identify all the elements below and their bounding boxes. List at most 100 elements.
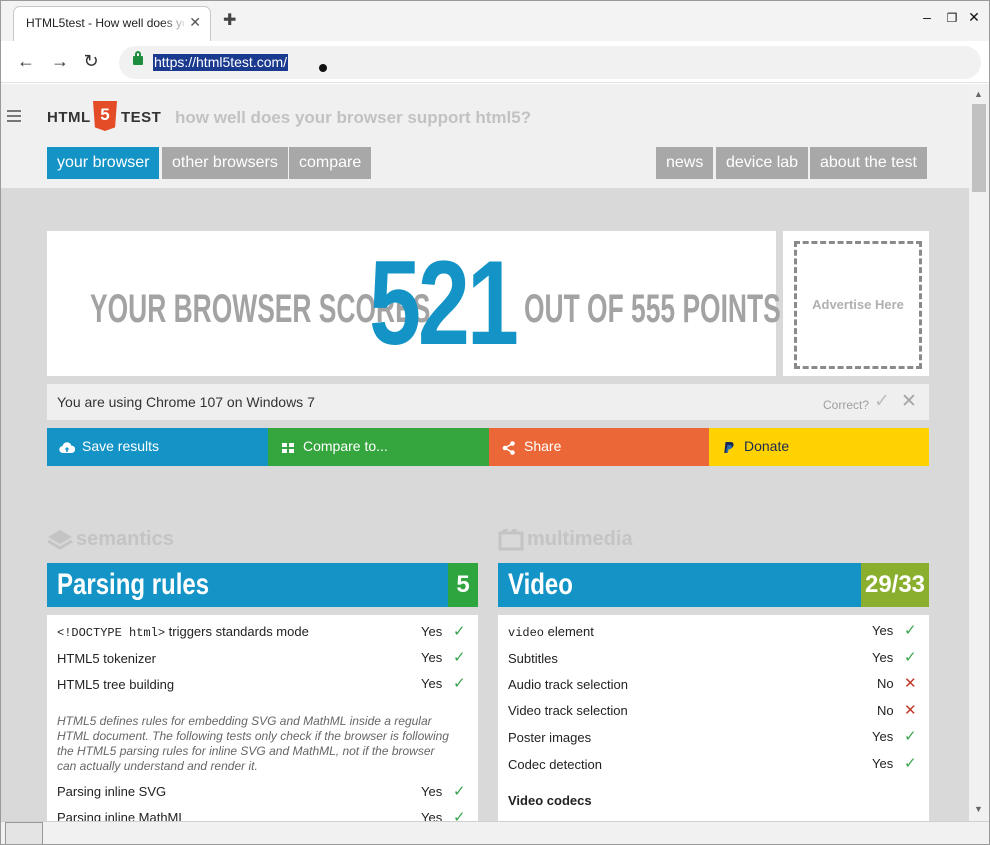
tab-close-icon[interactable]: ✕ (189, 14, 201, 31)
test-label: Subtitles (508, 651, 558, 666)
minimize-icon[interactable]: – (917, 9, 937, 25)
nav-your-browser[interactable]: your browser (47, 147, 160, 179)
correct-question: Correct? (823, 398, 870, 412)
score-panel: YOUR BROWSER SCORES 521 OUT OF 555 POINT… (47, 231, 781, 376)
video-score: 29/33 (861, 563, 929, 607)
test-row: video element (508, 624, 594, 640)
parsing-rules-title: Parsing rules (57, 568, 210, 601)
reject-x-icon[interactable]: ✕ (901, 390, 917, 413)
donate-label: Donate (744, 438, 790, 454)
parsing-note: HTML5 defines rules for embedding SVG an… (57, 714, 449, 773)
ad-slot[interactable]: Advertise Here (783, 231, 929, 376)
check-icon: ✓ (453, 623, 466, 640)
test-result: Yes (872, 650, 894, 665)
compare-to-label: Compare to... (303, 438, 388, 454)
logo-test: TEST (121, 109, 162, 126)
test-label: Video track selection (508, 703, 628, 718)
video-card: video element Yes ✓ Subtitles Yes ✓ Audi… (498, 615, 929, 821)
check-icon: ✓ (904, 728, 917, 745)
restore-icon[interactable]: ❐ (942, 11, 962, 25)
browser-tab[interactable]: HTML5test - How well does your browser s… (13, 6, 211, 42)
video-code: video (508, 626, 545, 640)
test-row: Parsing inline SVG (57, 784, 166, 799)
test-label: Audio track selection (508, 677, 628, 692)
tab-title: HTML5test - How well does your browser s… (26, 16, 184, 30)
test-row: Codec detection (508, 757, 602, 772)
scroll-up-icon[interactable]: ▲ (974, 89, 983, 99)
check-icon: ✓ (453, 783, 466, 800)
semantics-heading: semantics (76, 528, 174, 550)
back-icon[interactable]: ← (15, 51, 37, 72)
nav-about-the-test[interactable]: about the test (810, 147, 927, 179)
ad-label: Advertise Here (812, 297, 904, 312)
x-icon: ✕ (904, 702, 917, 719)
test-result: Yes (421, 624, 443, 639)
test-result: No (877, 703, 894, 718)
doctype-code: <!DOCTYPE html> (57, 626, 166, 640)
cloud-upload-icon (59, 442, 75, 454)
vertical-scrollbar[interactable]: ▲ ▼ (969, 84, 989, 821)
save-results-button[interactable]: Save results (47, 428, 268, 466)
grid-icon (282, 443, 294, 453)
parsing-rules-card: <!DOCTYPE html> triggers standards mode … (47, 615, 478, 821)
tab-title-fade (162, 11, 188, 35)
scroll-thumb[interactable] (972, 104, 986, 192)
share-label: Share (524, 438, 562, 454)
test-label: Poster images (508, 730, 592, 745)
html5-shield-icon: 5 (93, 101, 117, 131)
check-icon: ✓ (453, 809, 466, 821)
test-label: HTML5 tree building (57, 677, 175, 692)
close-window-icon[interactable]: ✕ (964, 9, 984, 26)
nav-compare[interactable]: compare (289, 147, 372, 179)
video-codecs-subheading: Video codecs (508, 793, 592, 808)
video-banner[interactable]: Video 29/33 (498, 563, 929, 607)
site-tagline: how well does your browser support html5… (175, 108, 532, 127)
new-tab-icon[interactable]: ✚ (223, 10, 236, 30)
menu-icon[interactable] (7, 110, 21, 125)
forward-icon[interactable]: → (49, 51, 71, 72)
test-result: Yes (872, 623, 894, 638)
multimedia-heading: multimedia (527, 528, 633, 550)
mouse-cursor (319, 64, 327, 72)
film-icon (498, 529, 524, 551)
test-row: Audio track selection (508, 677, 628, 692)
paypal-icon (724, 442, 734, 453)
test-label: element (544, 624, 594, 639)
test-result: Yes (872, 756, 894, 771)
check-icon: ✓ (453, 675, 466, 692)
compare-to-button[interactable]: Compare to... (268, 428, 489, 466)
nav-device-lab[interactable]: device lab (716, 147, 809, 179)
share-icon (502, 441, 515, 455)
nav-other-browsers[interactable]: other browsers (162, 147, 288, 179)
test-label: triggers standards mode (165, 624, 309, 639)
logo-html: HTML (47, 109, 91, 126)
test-row: Subtitles (508, 651, 558, 666)
score-suffix: OUT OF 555 POINTS (524, 287, 781, 331)
address-bar[interactable]: https://html5test.com/ (119, 46, 981, 79)
test-result: Yes (421, 784, 443, 799)
title-bar: HTML5test - How well does your browser s… (1, 1, 989, 42)
check-icon: ✓ (453, 649, 466, 666)
parsing-rules-banner[interactable]: Parsing rules 5 (47, 563, 478, 607)
x-icon: ✕ (904, 675, 917, 692)
stack-icon (47, 530, 73, 550)
check-icon: ✓ (904, 622, 917, 639)
test-row: Poster images (508, 730, 591, 745)
confirm-check-icon[interactable]: ✓ (874, 390, 890, 413)
test-row: HTML5 tokenizer (57, 651, 156, 666)
test-result: Yes (421, 650, 443, 665)
save-results-label: Save results (82, 438, 160, 454)
browser-window: HTML5test - How well does your browser s… (0, 0, 990, 845)
browser-detection-bar: You are using Chrome 107 on Windows 7 Co… (47, 384, 929, 420)
score-value: 521 (369, 236, 519, 370)
donate-button[interactable]: Donate (709, 428, 929, 466)
scroll-down-icon[interactable]: ▼ (974, 804, 983, 814)
test-result: Yes (421, 676, 443, 691)
url-text[interactable]: https://html5test.com/ (153, 54, 289, 71)
detected-browser-text: You are using Chrome 107 on Windows 7 (57, 394, 315, 410)
video-title: Video (508, 568, 573, 601)
share-button[interactable]: Share (489, 428, 709, 466)
page-content: HTML 5 TEST how well does your browser s… (1, 84, 969, 821)
reload-icon[interactable]: ↻ (80, 51, 102, 72)
nav-news[interactable]: news (656, 147, 714, 179)
